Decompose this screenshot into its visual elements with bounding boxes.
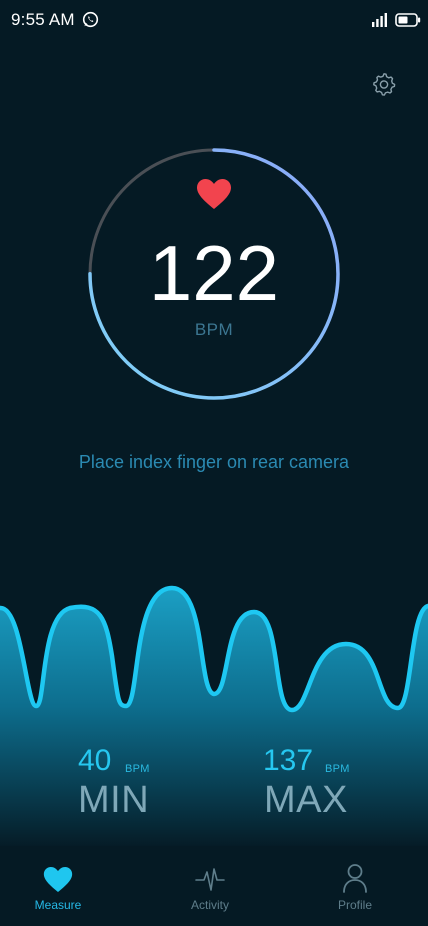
gear-icon[interactable]: [372, 72, 396, 101]
heart-rate-unit: BPM: [194, 320, 234, 339]
waveform-fill: [0, 588, 428, 850]
status-time: 9:55 AM: [11, 10, 75, 29]
pulse-waveform: [0, 585, 428, 850]
nav-profile-label: Profile: [337, 898, 372, 912]
max-unit: BPM: [325, 763, 350, 775]
battery-icon: [395, 13, 421, 32]
person-icon: [342, 863, 368, 898]
nav-measure-label: Measure: [34, 898, 82, 912]
min-value: 40: [78, 744, 112, 777]
min-label: MIN: [78, 779, 150, 821]
nav-activity[interactable]: Activity: [150, 846, 270, 926]
instruction-text: Place index finger on rear camera: [78, 452, 350, 472]
nav-measure[interactable]: Measure: [0, 846, 118, 926]
status-bar: 9:55 AM: [0, 0, 428, 40]
max-label: MAX: [264, 779, 348, 821]
whatsapp-icon: [82, 11, 99, 33]
max-value: 137: [263, 744, 314, 777]
heart-rate-screen: 9:55 AM 122 BPM Place index finger on re…: [0, 0, 428, 926]
bottom-navigation: Measure Activity Profile: [0, 846, 428, 926]
nav-profile[interactable]: Profile: [295, 846, 415, 926]
nav-activity-label: Activity: [190, 898, 229, 912]
heart-rate-value: 122: [148, 229, 280, 317]
heart-icon: [196, 178, 232, 215]
signal-icon: [372, 13, 388, 32]
heart-icon: [43, 866, 73, 898]
pulse-icon: [195, 864, 225, 899]
min-unit: BPM: [125, 763, 150, 775]
